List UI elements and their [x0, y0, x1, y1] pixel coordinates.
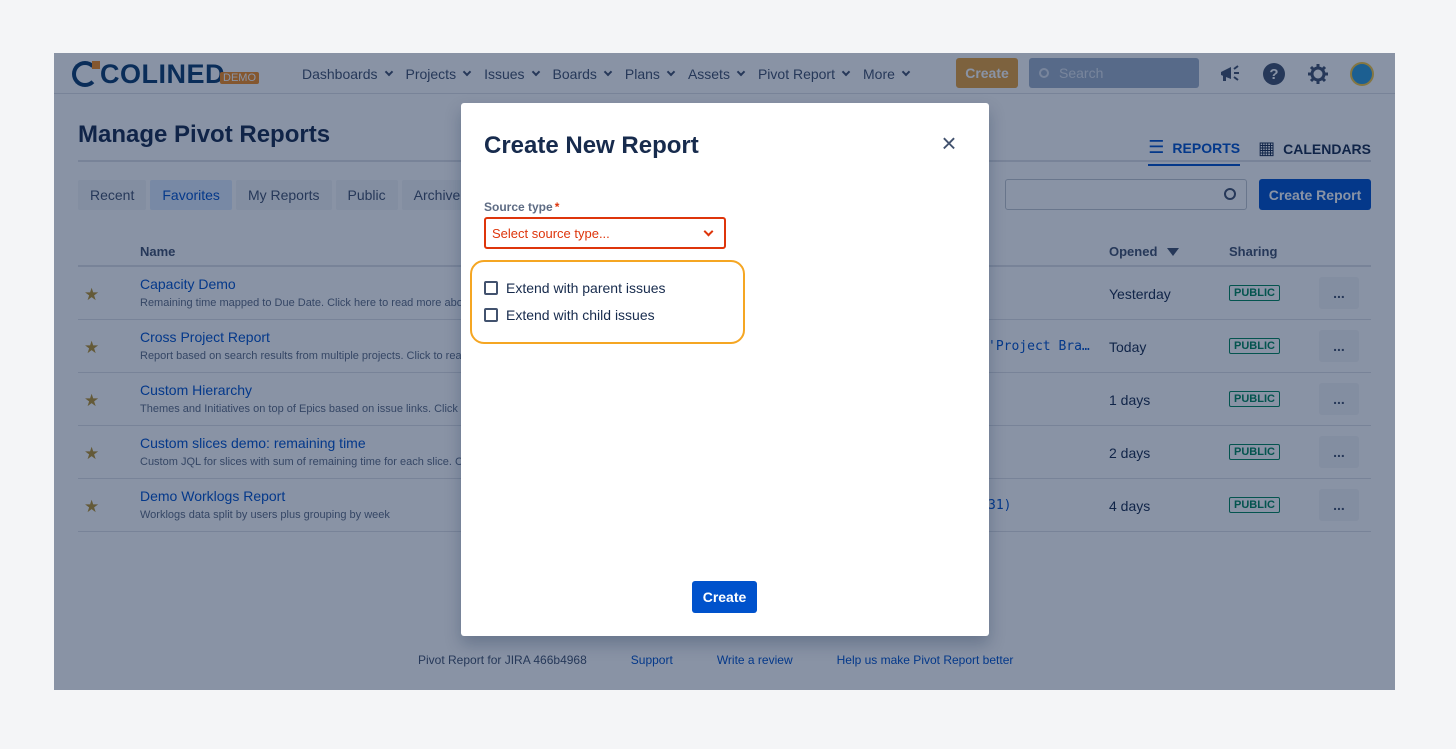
create-button[interactable]: Create: [692, 581, 757, 613]
highlight-frame: [470, 260, 745, 344]
chevron-down-icon: [703, 226, 714, 237]
source-type-select[interactable]: Select source type...: [484, 217, 726, 249]
checkbox-box[interactable]: [484, 281, 498, 295]
dialog-title: Create New Report: [484, 132, 699, 159]
extend-child-checkbox[interactable]: Extend with child issues: [484, 307, 655, 323]
create-report-dialog: Create New Report × Source type * Select …: [461, 103, 989, 636]
checkbox-box[interactable]: [484, 308, 498, 322]
source-type-label: Source type *: [484, 200, 559, 214]
label-text: Source type: [484, 200, 553, 214]
app-window: COLINED DEMO Dashboards Projects Issues …: [54, 53, 1395, 690]
checkbox-label: Extend with child issues: [506, 307, 655, 323]
extend-parent-checkbox[interactable]: Extend with parent issues: [484, 280, 666, 296]
checkbox-label: Extend with parent issues: [506, 280, 666, 296]
close-icon[interactable]: ×: [937, 130, 961, 156]
select-placeholder: Select source type...: [492, 225, 610, 241]
required-mark: *: [554, 200, 560, 214]
